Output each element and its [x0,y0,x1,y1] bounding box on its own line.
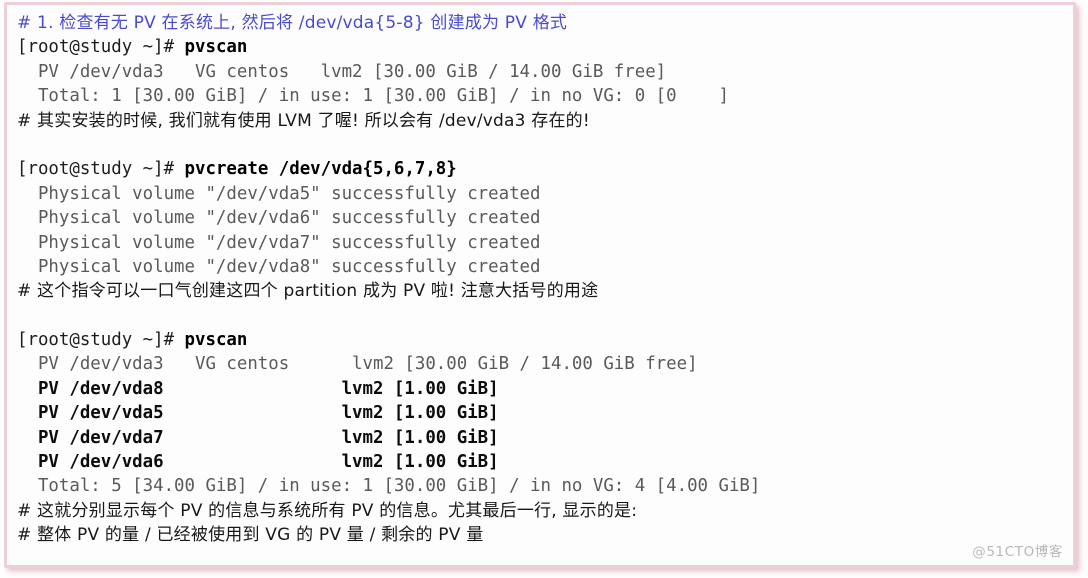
terminal-line-comment-four-partitions: # 这个指令可以一口气创建这四个 partition 成为 PV 啦! 注意大括… [17,279,1065,303]
terminal-line-out-pvcreate-vda7: Physical volume "/dev/vda7" successfully… [17,231,1065,255]
terminal-line-text: PV /dev/vda3 VG centos lvm2 [30.00 GiB /… [17,354,698,375]
terminal-line-text: PV /dev/vda5 lvm2 [1.00 GiB] [17,403,499,424]
terminal-line-out-pvscan2-vda6: PV /dev/vda6 lvm2 [1.00 GiB] [17,450,1065,474]
terminal-line-blank-2 [17,304,1065,328]
terminal-line-out-pvcreate-vda8: Physical volume "/dev/vda8" successfully… [17,255,1065,279]
terminal-line-comment-explain-1: # 这就分别显示每个 PV 的信息与系统所有 PV 的信息。尤其最后一行, 显示… [17,499,1065,523]
shell-prompt: [root@study ~]# [17,159,185,180]
terminal-line-text: PV /dev/vda7 lvm2 [1.00 GiB] [17,427,499,448]
terminal-line-text: PV /dev/vda8 lvm2 [1.00 GiB] [17,378,499,399]
terminal-line-text: Physical volume "/dev/vda5" successfully… [17,183,541,204]
terminal-panel-inner: # 1. 检查有无 PV 在系统上, 然后将 /dev/vda{5-8} 创建成… [7,5,1073,565]
terminal-line-prompt-pvcreate: [root@study ~]# pvcreate /dev/vda{5,6,7,… [17,157,1065,181]
terminal-line-prompt-pvscan-2: [root@study ~]# pvscan [17,328,1065,352]
shell-command[interactable]: pvscan [185,330,248,350]
terminal-line-text: Physical volume "/dev/vda6" successfully… [17,208,541,229]
terminal-line-out-pvcreate-vda5: Physical volume "/dev/vda5" successfully… [17,182,1065,206]
terminal-line-out-pvscan1-vda3: PV /dev/vda3 VG centos lvm2 [30.00 GiB /… [17,60,1065,84]
terminal-line-text: PV /dev/vda3 VG centos lvm2 [30.00 GiB /… [17,61,667,82]
shell-command[interactable]: pvscan [185,37,248,57]
watermark-label: @51CTO博客 [972,544,1063,560]
terminal-line-text: # 其实安装的时候, 我们就有使用 LVM 了喔! 所以会有 /dev/vda3… [17,110,590,131]
terminal-line-out-pvscan2-vda5: PV /dev/vda5 lvm2 [1.00 GiB] [17,401,1065,425]
terminal-line-text: # 整体 PV 的量 / 已经被使用到 VG 的 PV 量 / 剩余的 PV 量 [17,525,484,546]
terminal-line-prompt-pvscan-1: [root@study ~]# pvscan [17,35,1065,59]
terminal-line-out-pvscan2-vda8: PV /dev/vda8 lvm2 [1.00 GiB] [17,377,1065,401]
terminal-line-out-pvscan2-vda7: PV /dev/vda7 lvm2 [1.00 GiB] [17,426,1065,450]
terminal-line-text: PV /dev/vda6 lvm2 [1.00 GiB] [17,452,499,473]
terminal-line-comment-explain-2: # 整体 PV 的量 / 已经被使用到 VG 的 PV 量 / 剩余的 PV 量 [17,523,1065,547]
terminal-line-text: # 这个指令可以一口气创建这四个 partition 成为 PV 啦! 注意大括… [17,281,599,302]
terminal-line-blank-1 [17,133,1065,157]
terminal-line-text: # 这就分别显示每个 PV 的信息与系统所有 PV 的信息。尤其最后一行, 显示… [17,500,638,521]
terminal-line-text: Total: 1 [30.00 GiB] / in use: 1 [30.00 … [17,86,729,107]
terminal-line-text [17,306,27,326]
shell-command[interactable]: pvcreate /dev/vda{5,6,7,8} [185,159,457,179]
terminal-panel: # 1. 检查有无 PV 在系统上, 然后将 /dev/vda{5-8} 创建成… [4,2,1076,568]
terminal-line-comment-install-lvm: # 其实安装的时候, 我们就有使用 LVM 了喔! 所以会有 /dev/vda3… [17,109,1065,133]
terminal-line-text [17,135,27,155]
terminal-line-out-pvscan2-vda3: PV /dev/vda3 VG centos lvm2 [30.00 GiB /… [17,352,1065,376]
shell-prompt: [root@study ~]# [17,37,185,58]
terminal-transcript[interactable]: # 1. 检查有无 PV 在系统上, 然后将 /dev/vda{5-8} 创建成… [17,11,1065,548]
shell-prompt: [root@study ~]# [17,330,185,351]
terminal-line-text: Total: 5 [34.00 GiB] / in use: 1 [30.00 … [17,476,761,497]
terminal-line-out-pvcreate-vda6: Physical volume "/dev/vda6" successfully… [17,206,1065,230]
screenshot-root: # 1. 检查有无 PV 在系统上, 然后将 /dev/vda{5-8} 创建成… [0,0,1088,578]
terminal-line-out-pvscan2-total: Total: 5 [34.00 GiB] / in use: 1 [30.00 … [17,474,1065,498]
terminal-line-text: Physical volume "/dev/vda7" successfully… [17,232,541,253]
terminal-line-comment-step-1: # 1. 检查有无 PV 在系统上, 然后将 /dev/vda{5-8} 创建成… [17,11,1065,35]
terminal-line-text: Physical volume "/dev/vda8" successfully… [17,256,541,277]
terminal-line-out-pvscan1-total: Total: 1 [30.00 GiB] / in use: 1 [30.00 … [17,84,1065,108]
terminal-line-text: # 1. 检查有无 PV 在系统上, 然后将 /dev/vda{5-8} 创建成… [17,13,568,33]
